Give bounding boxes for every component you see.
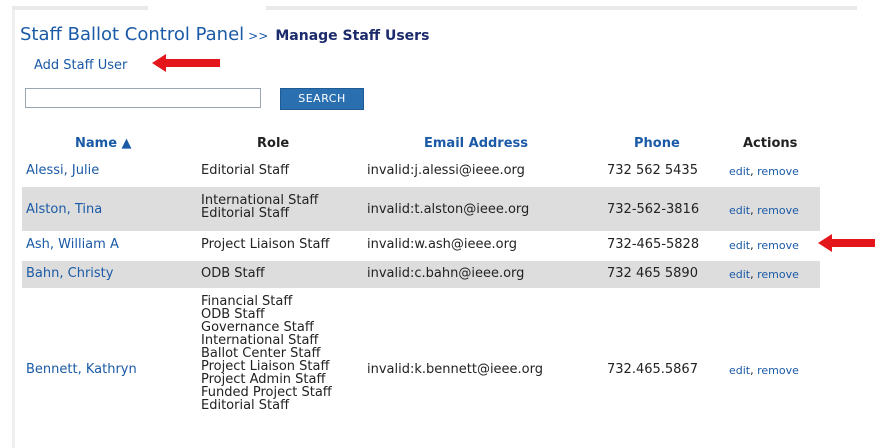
phone-cell: 732-465-5828 [607, 237, 700, 252]
staff-name-link[interactable]: Alston, Tina [26, 203, 102, 216]
search-button[interactable]: SEARCH [280, 88, 364, 110]
remove-link[interactable]: remove [757, 364, 799, 377]
phone-cell: 732 562 5435 [607, 163, 698, 178]
page-subtitle: Manage Staff Users [275, 28, 430, 44]
role-item: Editorial Staff [201, 206, 290, 221]
role-item: Editorial Staff [201, 398, 290, 413]
actions-cell: edit, remove [729, 204, 799, 217]
top-border-gap [148, 5, 266, 11]
edit-link[interactable]: edit [729, 204, 750, 217]
breadcrumb: Staff Ballot Control Panel >> Manage Staf… [20, 24, 429, 45]
email-cell: invalid:c.bahn@ieee.org [367, 266, 525, 281]
actions-cell: edit, remove [729, 239, 799, 252]
phone-cell: 732 465 5890 [607, 266, 698, 281]
phone-cell: 732.465.5867 [607, 362, 698, 377]
remove-link[interactable]: remove [757, 165, 799, 178]
remove-link[interactable]: remove [757, 239, 799, 252]
email-cell: invalid:w.ash@ieee.org [367, 237, 517, 252]
role-cell: Project Liaison Staff [201, 238, 329, 251]
actions-separator: , [750, 165, 754, 178]
actions-separator: , [750, 364, 754, 377]
actions-cell: edit, remove [729, 364, 799, 377]
actions-separator: , [750, 268, 754, 281]
search-input[interactable] [25, 88, 261, 108]
remove-link[interactable]: remove [757, 204, 799, 217]
red-left-arrow-icon [152, 54, 220, 72]
phone-cell: 732-562-3816 [607, 202, 700, 217]
role-item: Editorial Staff [201, 163, 290, 178]
actions-separator: , [750, 204, 754, 217]
staff-name-link[interactable]: Bahn, Christy [26, 267, 113, 280]
staff-name-link[interactable]: Alessi, Julie [26, 164, 99, 177]
edit-link[interactable]: edit [729, 268, 750, 281]
email-cell: invalid:j.alessi@ieee.org [367, 163, 525, 178]
edit-link[interactable]: edit [729, 165, 750, 178]
column-header-email[interactable]: Email Address [424, 136, 528, 151]
actions-cell: edit, remove [729, 165, 799, 178]
red-left-arrow-icon [818, 234, 875, 252]
column-header-name[interactable]: Name ▲ [75, 136, 132, 151]
role-cell: International Staff Editorial Staff [201, 194, 318, 220]
role-cell: ODB Staff [201, 267, 265, 280]
edit-link[interactable]: edit [729, 364, 750, 377]
column-header-actions: Actions [743, 136, 798, 151]
column-header-role: Role [257, 136, 290, 151]
page-title[interactable]: Staff Ballot Control Panel [20, 24, 244, 45]
role-item: Project Liaison Staff [201, 237, 330, 252]
email-cell: invalid:k.bennett@ieee.org [367, 362, 544, 377]
staff-name-link[interactable]: Bennett, Kathryn [26, 363, 137, 376]
remove-link[interactable]: remove [757, 268, 799, 281]
column-header-phone[interactable]: Phone [634, 136, 680, 151]
add-staff-user-link[interactable]: Add Staff User [34, 58, 127, 73]
left-border [12, 10, 15, 448]
actions-cell: edit, remove [729, 268, 799, 281]
edit-link[interactable]: edit [729, 239, 750, 252]
email-cell: invalid:t.alston@ieee.org [367, 202, 530, 217]
role-cell: Financial Staff ODB Staff Governance Sta… [201, 295, 332, 412]
breadcrumb-separator: >> [248, 29, 269, 43]
role-item: ODB Staff [201, 266, 265, 281]
page-frame: Staff Ballot Control Panel >> Manage Staf… [0, 0, 875, 448]
role-cell: Editorial Staff [201, 164, 289, 177]
staff-name-link[interactable]: Ash, William A [26, 238, 119, 251]
actions-separator: , [750, 239, 754, 252]
top-border [12, 6, 857, 10]
